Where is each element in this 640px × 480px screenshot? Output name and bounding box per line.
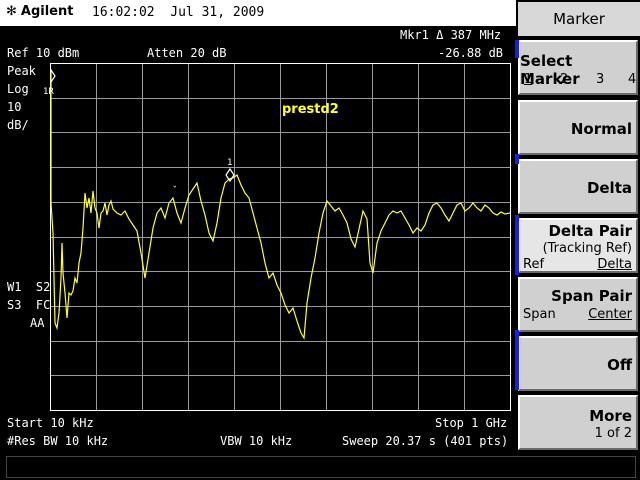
agilent-logo: ✻ Agilent <box>6 4 73 19</box>
ref-marker-label: 1R <box>43 87 54 97</box>
span-pair-softkey[interactable]: Span Pair Span Center <box>518 277 638 332</box>
more-label: More <box>589 407 632 425</box>
menu-title: Marker <box>518 2 640 36</box>
ref-level: Ref 10 dBm <box>7 46 80 60</box>
more-softkey[interactable]: More 1 of 2 <box>518 395 638 450</box>
status-bar: ✻ Agilent 16:02:02 Jul 31, 2009 <box>0 0 516 26</box>
graticule-lines <box>51 64 510 410</box>
span-option: Span <box>523 307 556 322</box>
marker-readout: Mkr1 Δ 387 MHz <box>400 28 502 42</box>
center-option: Center <box>588 307 632 322</box>
softkey-panel: Marker Select Marker 1 2 3 4 Normal Delt… <box>518 0 640 452</box>
normal-softkey[interactable]: Normal <box>518 100 638 155</box>
starburst-icon: ✻ <box>6 4 17 19</box>
page-indicator: 1 of 2 <box>594 426 632 441</box>
trace-mode-s3fc: S3 FC <box>7 298 51 312</box>
delta-marker-label: 1 <box>227 158 233 168</box>
peak-caret: ˇ <box>172 185 177 196</box>
command-line[interactable] <box>6 456 636 478</box>
select-marker-label: Select Marker <box>520 52 580 88</box>
delta-pair-label: Delta Pair <box>548 222 632 240</box>
delta-option: Delta <box>597 257 632 272</box>
sweep-time: Sweep 20.37 s (401 pts) <box>342 434 509 448</box>
softkey-edge-3 <box>515 215 519 275</box>
spectrum-graticule: ˇ <box>50 63 511 411</box>
attenuation: Atten 20 dB <box>147 46 227 60</box>
marker-num-2[interactable]: 2 <box>560 72 568 87</box>
softkey-edge-1 <box>515 40 519 58</box>
brand-name: Agilent <box>20 4 74 19</box>
normal-label: Normal <box>570 120 632 138</box>
scale-type: Log <box>7 82 29 96</box>
marker-num-1[interactable]: 1 <box>524 72 532 87</box>
marker-num-3[interactable]: 3 <box>596 72 604 87</box>
timestamp: 16:02:02 Jul 31, 2009 <box>92 5 264 20</box>
trace-mode-aa: AA <box>30 316 45 330</box>
off-softkey[interactable]: Off <box>518 336 638 391</box>
softkey-edge-2 <box>515 154 519 164</box>
trace-mode-w1s2: W1 S2 <box>7 280 51 294</box>
tracking-ref-label: (Tracking Ref) <box>542 241 632 256</box>
trace-name: prestd2 <box>282 102 339 117</box>
scale-unit: dB/ <box>7 118 29 132</box>
delta-label: Delta <box>586 179 632 197</box>
delta-softkey[interactable]: Delta <box>518 159 638 214</box>
delta-pair-softkey[interactable]: Delta Pair (Tracking Ref) Ref Delta <box>518 218 638 273</box>
softkey-edge-4 <box>515 330 519 390</box>
stop-freq: Stop 1 GHz <box>435 416 508 430</box>
vbw: VBW 10 kHz <box>220 434 293 448</box>
span-pair-label: Span Pair <box>551 287 632 305</box>
analyzer-screen: ✻ Agilent 16:02:02 Jul 31, 2009 Mkr1 Δ 38… <box>0 0 516 452</box>
select-marker-softkey[interactable]: Select Marker 1 2 3 4 <box>518 40 638 95</box>
date-text: Jul 31, 2009 <box>170 5 265 20</box>
start-freq: Start 10 kHz <box>7 416 94 430</box>
marker-num-4[interactable]: 4 <box>628 72 636 87</box>
scale-value: 10 <box>7 100 22 114</box>
res-bw: #Res BW 10 kHz <box>7 434 109 448</box>
detector-label: Peak <box>7 64 36 78</box>
time-text: 16:02:02 <box>92 5 155 20</box>
ref-option: Ref <box>523 257 545 272</box>
off-label: Off <box>607 356 632 374</box>
marker-value: -26.88 dB <box>438 46 504 60</box>
